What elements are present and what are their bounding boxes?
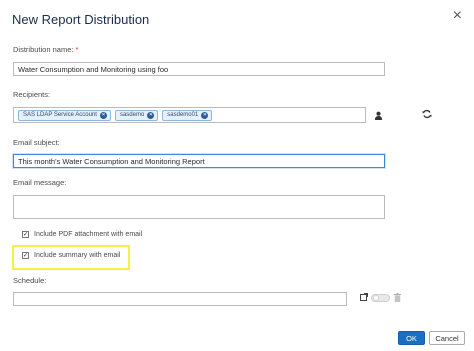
ok-button[interactable]: OK [398,331,425,345]
include-pdf-option[interactable]: ✓ Include PDF attachment with email [22,231,142,238]
remove-chip-icon[interactable]: ✕ [201,111,209,119]
dialog-title: New Report Distribution [12,12,150,27]
email-subject-value: This month's Water Consumption and Monit… [18,156,205,166]
trash-icon[interactable] [394,293,401,302]
distribution-name-input[interactable]: Water Consumption and Monitoring using f… [13,62,385,76]
recipients-label: Recipients: [13,90,51,99]
recipient-chip-label: SAS LDAP Service Account [23,112,97,118]
distribution-name-label-text: Distribution name: [13,45,74,54]
email-message-label: Email message: [13,178,67,187]
distribution-name-value: Water Consumption and Monitoring using f… [18,64,169,74]
recipient-chip: sasdemo ✕ [114,109,159,121]
recipient-chip: SAS LDAP Service Account ✕ [18,109,111,121]
cancel-button[interactable]: Cancel [429,331,465,345]
schedule-label: Schedule: [13,276,47,285]
email-message-textarea[interactable] [13,195,385,219]
highlight-box [12,245,130,270]
user-icon[interactable] [374,111,383,120]
schedule-input[interactable] [13,292,347,306]
toggle-knob [373,295,379,301]
recipient-chip-label: sasdemo [119,112,145,118]
recipient-chip: sasdemo01 ✕ [162,109,213,121]
refresh-icon[interactable] [422,109,432,119]
remove-chip-icon[interactable]: ✕ [99,111,107,119]
recipient-chip-label: sasdemo01 [167,112,199,118]
required-marker: * [75,45,79,54]
remove-chip-icon[interactable]: ✕ [147,111,155,119]
recipients-field[interactable]: SAS LDAP Service Account ✕ sasdemo ✕ sas… [13,107,366,123]
add-schedule-icon[interactable] [360,293,368,301]
email-subject-input[interactable]: This month's Water Consumption and Monit… [13,154,385,168]
distribution-name-label: Distribution name: * [13,45,78,54]
schedule-toggle[interactable] [371,294,390,302]
close-icon[interactable]: × [453,8,462,24]
include-pdf-label: Include PDF attachment with email [34,231,143,238]
include-pdf-checkbox[interactable]: ✓ [22,231,29,238]
email-subject-label: Email subject: [13,138,60,147]
